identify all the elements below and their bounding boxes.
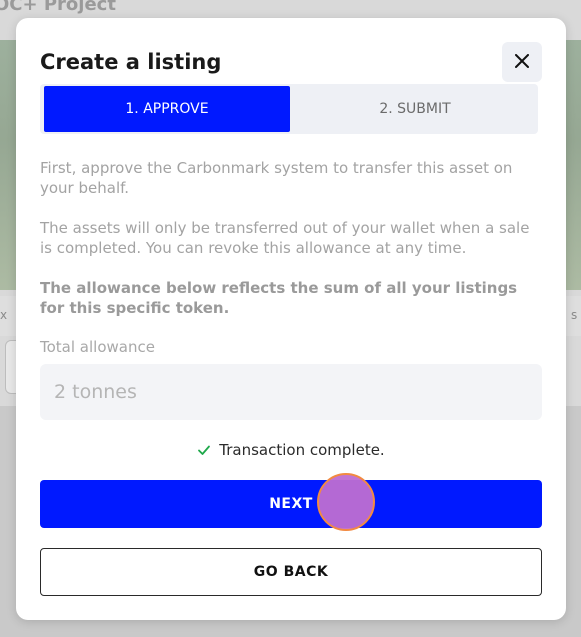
close-icon [515, 53, 529, 72]
next-button[interactable]: NEXT [40, 480, 542, 528]
approve-instructions: First, approve the Carbonmark system to … [40, 159, 513, 197]
total-allowance-field[interactable]: 2 tonnes [40, 364, 542, 420]
background-text-fragment-left: x [0, 308, 8, 322]
transaction-status: Transaction complete. [40, 438, 542, 462]
transaction-status-text: Transaction complete. [219, 441, 385, 459]
go-back-button[interactable]: GO BACK [40, 548, 542, 596]
check-icon [197, 443, 211, 457]
transfer-notice: The assets will only be transferred out … [40, 219, 530, 257]
next-button-label: NEXT [269, 496, 313, 512]
close-button[interactable] [502, 42, 542, 82]
listing-steps-tabs: 1. APPROVE 2. SUBMIT [40, 84, 538, 134]
tab-submit[interactable]: 2. SUBMIT [292, 86, 538, 132]
total-allowance-value: 2 tonnes [54, 381, 137, 403]
go-back-button-label: GO BACK [253, 564, 329, 580]
modal-title: Create a listing [40, 50, 222, 74]
create-listing-modal: Create a listing 1. APPROVE 2. SUBMIT Fi… [16, 18, 566, 620]
allowance-notice: The allowance below reflects the sum of … [40, 279, 518, 317]
tab-approve[interactable]: 1. APPROVE [44, 86, 290, 132]
background-project-title: OC+ Project [0, 0, 116, 15]
pointer-cursor-indicator [317, 473, 375, 531]
background-text-fragment-right: s [571, 308, 578, 322]
total-allowance-label: Total allowance [40, 338, 155, 356]
